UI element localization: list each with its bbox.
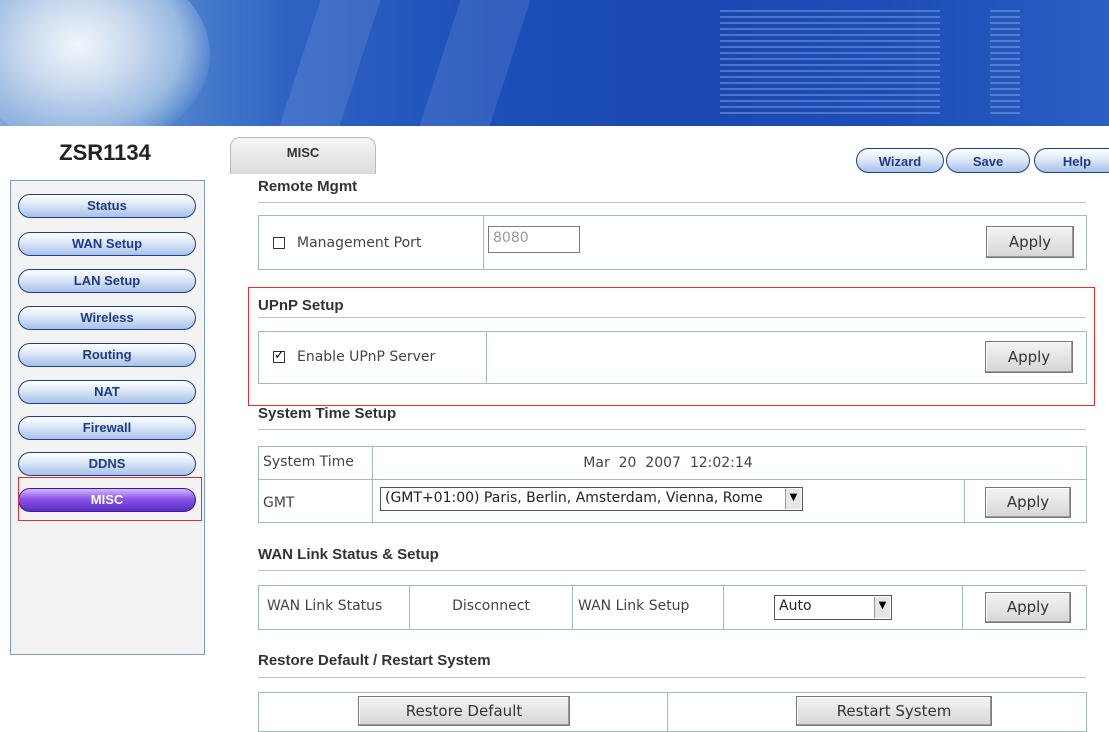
globe-graphic — [0, 0, 210, 126]
section-title-restore: Restore Default / Restart System — [258, 652, 491, 669]
gmt-label: GMT — [263, 495, 295, 511]
divider — [258, 202, 1086, 203]
banner-beam — [419, 0, 531, 126]
banner-data-pattern — [990, 10, 1020, 115]
wan-link-apply-button[interactable]: Apply — [985, 592, 1071, 623]
divider — [667, 693, 668, 731]
header-banner — [0, 0, 1109, 126]
divider — [486, 332, 487, 383]
remote-mgmt-box: Management Port 8080 Apply — [258, 215, 1087, 270]
divider — [723, 586, 724, 629]
wan-link-box: WAN Link Status Disconnect WAN Link Setu… — [258, 585, 1087, 630]
divider — [483, 216, 484, 269]
sidebar-item-routing[interactable]: Routing — [18, 343, 196, 367]
divider — [259, 479, 1086, 480]
sidebar-item-firewall[interactable]: Firewall — [18, 416, 196, 440]
sidebar-item-nat[interactable]: NAT — [18, 380, 196, 404]
sidebar-item-lan-setup[interactable]: LAN Setup — [18, 269, 196, 293]
upnp-box: ✓ Enable UPnP Server Apply — [258, 331, 1087, 384]
system-time-value: Mar 20 2007 12:02:14 — [583, 455, 753, 471]
gmt-apply-button[interactable]: Apply — [985, 487, 1071, 518]
wizard-button[interactable]: Wizard — [856, 148, 944, 173]
system-time-label: System Time — [263, 454, 354, 470]
banner-data-pattern — [720, 10, 940, 115]
help-button[interactable]: Help — [1034, 148, 1109, 173]
section-title-wan-link: WAN Link Status & Setup — [258, 546, 439, 563]
restore-box: Restore Default Restart System — [258, 692, 1087, 732]
divider — [258, 317, 1086, 318]
wan-link-status-value: Disconnect — [452, 598, 530, 614]
banner-beam — [279, 0, 381, 126]
section-title-remote-mgmt: Remote Mgmt — [258, 178, 358, 195]
sidebar-item-status[interactable]: Status — [18, 194, 196, 218]
gmt-select-value: (GMT+01:00) Paris, Berlin, Amsterdam, Vi… — [385, 490, 763, 506]
divider — [572, 586, 573, 629]
divider — [258, 429, 1086, 430]
wan-link-setup-label: WAN Link Setup — [578, 598, 690, 614]
divider — [964, 479, 965, 522]
management-port-checkbox[interactable] — [273, 237, 285, 249]
section-title-upnp: UPnP Setup — [258, 297, 344, 314]
divider — [962, 586, 963, 629]
chevron-down-icon[interactable]: ▼ — [874, 597, 890, 618]
enable-upnp-checkbox[interactable]: ✓ — [273, 348, 285, 363]
system-time-box: System Time Mar 20 2007 12:02:14 GMT (GM… — [258, 446, 1087, 523]
gmt-select[interactable]: (GMT+01:00) Paris, Berlin, Amsterdam, Vi… — [380, 487, 803, 511]
device-name: ZSR1134 — [59, 140, 151, 165]
save-button[interactable]: Save — [946, 148, 1030, 173]
wan-link-setup-select[interactable]: Auto ▼ — [774, 595, 892, 620]
wan-link-setup-value: Auto — [779, 598, 812, 614]
upnp-apply-button[interactable]: Apply — [985, 341, 1073, 373]
wan-link-status-label: WAN Link Status — [267, 598, 383, 614]
sidebar-item-wan-setup[interactable]: WAN Setup — [18, 232, 196, 256]
highlight-frame — [18, 477, 202, 521]
check-icon: ✓ — [274, 348, 285, 363]
management-port-input[interactable]: 8080 — [488, 226, 580, 253]
tab-misc[interactable]: MISC — [230, 137, 376, 174]
divider — [258, 570, 1086, 571]
remote-mgmt-apply-button[interactable]: Apply — [986, 226, 1074, 258]
enable-upnp-label: Enable UPnP Server — [297, 349, 436, 365]
sidebar-item-wireless[interactable]: Wireless — [18, 306, 196, 330]
management-port-label: Management Port — [297, 235, 422, 251]
divider — [258, 677, 1086, 678]
section-title-system-time: System Time Setup — [258, 405, 397, 422]
sidebar-item-ddns[interactable]: DDNS — [18, 452, 196, 476]
chevron-down-icon[interactable]: ▼ — [785, 489, 801, 509]
